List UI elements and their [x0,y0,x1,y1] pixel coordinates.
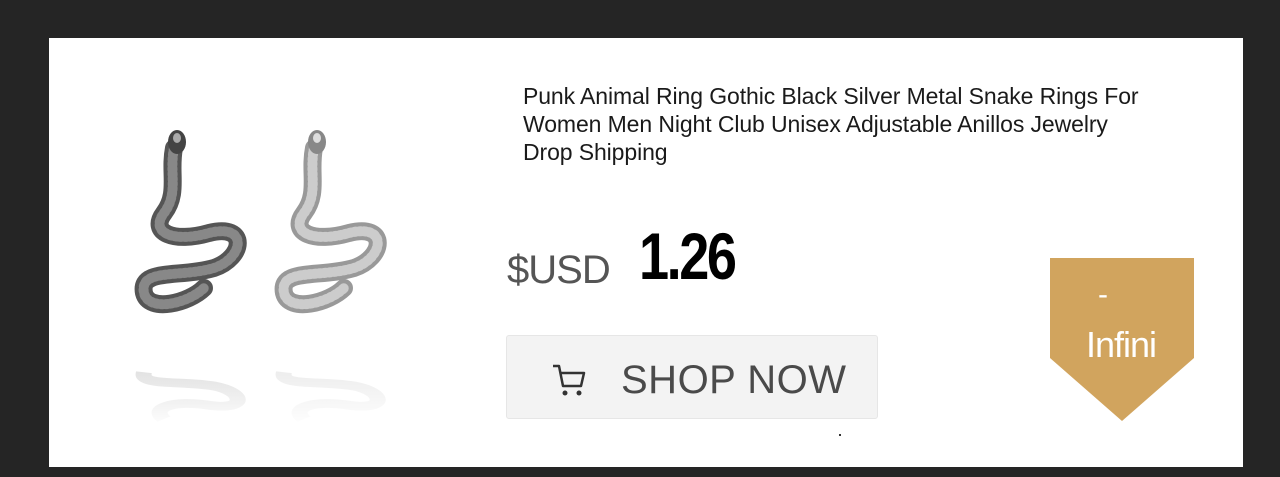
discount-sign: - [1098,278,1108,311]
discount-badge: - Infini [1050,258,1194,421]
cart-icon [553,364,586,396]
shop-now-button[interactable]: SHOP NOW [506,335,878,419]
product-card: Punk Animal Ring Gothic Black Silver Met… [49,38,1243,467]
product-image[interactable] [119,118,419,428]
currency-label: $USD [507,248,611,292]
snake-rings-image [119,130,419,428]
decorative-dot [839,434,841,436]
shop-now-label: SHOP NOW [621,358,847,402]
product-title[interactable]: Punk Animal Ring Gothic Black Silver Met… [523,82,1143,166]
discount-text: Infini [1086,324,1157,365]
silver-snake-ring [274,130,387,314]
price-value: 1.26 [639,219,737,293]
dark-snake-ring [134,130,247,314]
